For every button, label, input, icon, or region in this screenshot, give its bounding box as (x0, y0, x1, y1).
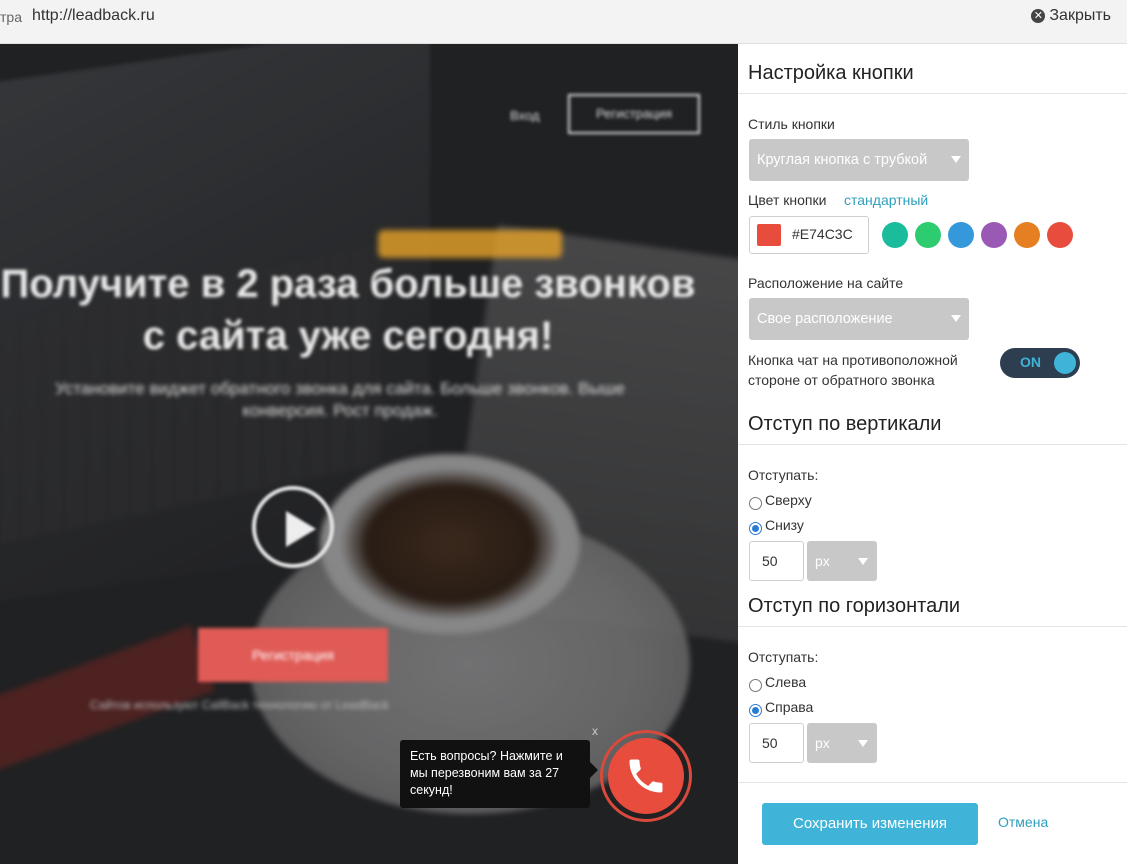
divider (738, 626, 1127, 627)
color-label: Цвет кнопки (748, 192, 827, 208)
preview-foot-note: Сайтов используют CallBack технологию от… (90, 698, 390, 712)
position-select-value: Свое расположение (757, 311, 893, 327)
chevron-down-icon (951, 315, 961, 322)
color-input[interactable]: #E74C3C (749, 216, 869, 254)
color-option-blue[interactable] (948, 222, 974, 248)
divider (738, 444, 1127, 445)
position-select[interactable]: Свое расположение (749, 298, 969, 340)
color-option-turquoise[interactable] (882, 222, 908, 248)
radio-bottom[interactable] (749, 522, 762, 535)
preview-hero-subtitle: Установите виджет обратного звонка для с… (55, 379, 625, 420)
horizontal-unit-value: px (815, 735, 830, 751)
horizontal-offset-label: Отступать: (748, 649, 819, 665)
panel-title: Настройка кнопки (748, 62, 914, 84)
style-select-value: Круглая кнопка с трубкой (757, 152, 928, 168)
chevron-down-icon (858, 740, 868, 747)
site-preview: Вход Регистрация Получите в 2 раза больш… (0, 44, 738, 864)
highlight-mark (378, 230, 562, 258)
close-button[interactable]: ✕ Закрыть (1031, 7, 1111, 25)
bubble-close-button[interactable]: x (592, 724, 598, 738)
style-label: Стиль кнопки (748, 116, 835, 132)
footer-divider (738, 782, 1127, 783)
top-bar: тра http://leadback.ru ✕ Закрыть (0, 0, 1127, 44)
preview-hero-title: Получите в 2 раза больше звонков с сайта… (0, 262, 696, 358)
vertical-unit-value: px (815, 553, 830, 569)
color-option-orange[interactable] (1014, 222, 1040, 248)
style-select[interactable]: Круглая кнопка с трубкой (749, 139, 969, 181)
chevron-down-icon (951, 156, 961, 163)
callback-bubble: Есть вопросы? Нажмите и мы перезвоним ва… (400, 740, 598, 808)
preview-cta-button: Регистрация (198, 628, 388, 682)
chevron-down-icon (858, 558, 868, 565)
preview-login-link: Вход (510, 108, 540, 123)
radio-left[interactable] (749, 679, 762, 692)
save-button[interactable]: Сохранить изменения (762, 803, 978, 845)
play-icon (252, 486, 334, 568)
divider (738, 93, 1127, 94)
toggle-state-label: ON (1020, 354, 1041, 370)
callback-button[interactable] (608, 738, 684, 814)
radio-bottom-label: Снизу (765, 517, 804, 533)
vertical-offset-input[interactable]: 50 (749, 541, 804, 581)
horizontal-unit-select[interactable]: px (807, 723, 877, 763)
color-option-purple[interactable] (981, 222, 1007, 248)
chat-toggle-label: Кнопка чат на противоположной стороне от… (748, 352, 958, 388)
cancel-link[interactable]: Отмена (998, 814, 1048, 830)
close-label: Закрыть (1049, 7, 1111, 24)
radio-right[interactable] (749, 704, 762, 717)
vertical-offset-label: Отступать: (748, 467, 819, 483)
preview-register-button: Регистрация (568, 94, 700, 134)
radio-left-label: Слева (765, 674, 807, 690)
color-swatch (757, 224, 781, 246)
vertical-unit-select[interactable]: px (807, 541, 877, 581)
cut-off-text: тра (0, 9, 22, 25)
settings-panel: Настройка кнопки Стиль кнопки Круглая кн… (738, 44, 1127, 864)
phone-icon (629, 759, 663, 793)
position-label: Расположение на сайте (748, 275, 904, 291)
radio-top[interactable] (749, 497, 762, 510)
toggle-knob (1054, 352, 1076, 374)
radio-right-label: Справа (765, 699, 814, 715)
color-hex-value: #E74C3C (792, 226, 853, 242)
site-url: http://leadback.ru (32, 7, 155, 24)
radio-top-label: Сверху (765, 492, 812, 508)
horizontal-offset-input[interactable]: 50 (749, 723, 804, 763)
color-option-green[interactable] (915, 222, 941, 248)
horizontal-offset-title: Отступ по горизонтали (748, 595, 961, 617)
chat-toggle[interactable]: ON (1000, 348, 1080, 378)
vertical-offset-title: Отступ по вертикали (748, 413, 942, 435)
color-option-red[interactable] (1047, 222, 1073, 248)
default-color-link[interactable]: стандартный (844, 192, 928, 208)
close-icon: ✕ (1031, 9, 1046, 23)
